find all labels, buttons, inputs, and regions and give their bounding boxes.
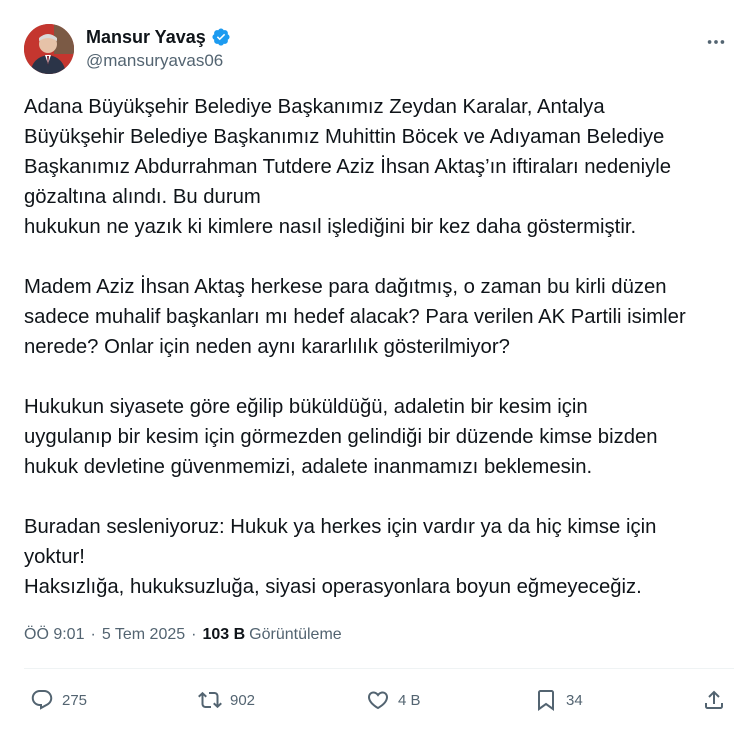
heart-icon: [367, 691, 389, 710]
reply-count: 275: [62, 691, 88, 709]
meta-separator: ·: [191, 626, 197, 643]
tweet-time[interactable]: ÖÖ 9:01: [24, 624, 84, 646]
reply-icon: [31, 690, 53, 710]
bookmark-icon: [538, 690, 554, 711]
tweet-text: Adana Büyükşehir Belediye Başkanımız Zey…: [24, 96, 686, 598]
bookmark-button[interactable]: 34: [534, 684, 583, 716]
tweet-meta: ÖÖ 9:01 · 5 Tem 2025 · 103 B Görüntüleme: [24, 624, 342, 646]
repost-count: 902: [230, 691, 256, 709]
tweet-date[interactable]: 5 Tem 2025: [102, 624, 185, 646]
more-dots-icon[interactable]: [704, 30, 728, 54]
repost-button[interactable]: 902: [198, 684, 255, 716]
reply-button[interactable]: 275: [30, 684, 87, 716]
tweet-header: Mansur Yavaş @mansuryavas06: [24, 24, 734, 74]
meta-separator: ·: [90, 626, 96, 643]
action-bar: 275 902 4 B 34: [24, 684, 734, 716]
author-handle[interactable]: @mansuryavas06: [86, 51, 223, 71]
like-button[interactable]: 4 B: [366, 684, 421, 716]
author-name[interactable]: Mansur Yavaş: [86, 26, 206, 48]
verified-badge-icon: [211, 27, 231, 47]
repost-icon: [198, 691, 222, 709]
views-label[interactable]: Görüntüleme: [249, 624, 342, 646]
divider: [24, 668, 734, 669]
share-icon: [705, 690, 723, 709]
like-count: 4 B: [398, 691, 421, 709]
views-count[interactable]: 103 B: [202, 624, 245, 646]
bookmark-count: 34: [566, 691, 583, 709]
avatar[interactable]: [24, 24, 74, 74]
share-button[interactable]: [702, 684, 726, 716]
